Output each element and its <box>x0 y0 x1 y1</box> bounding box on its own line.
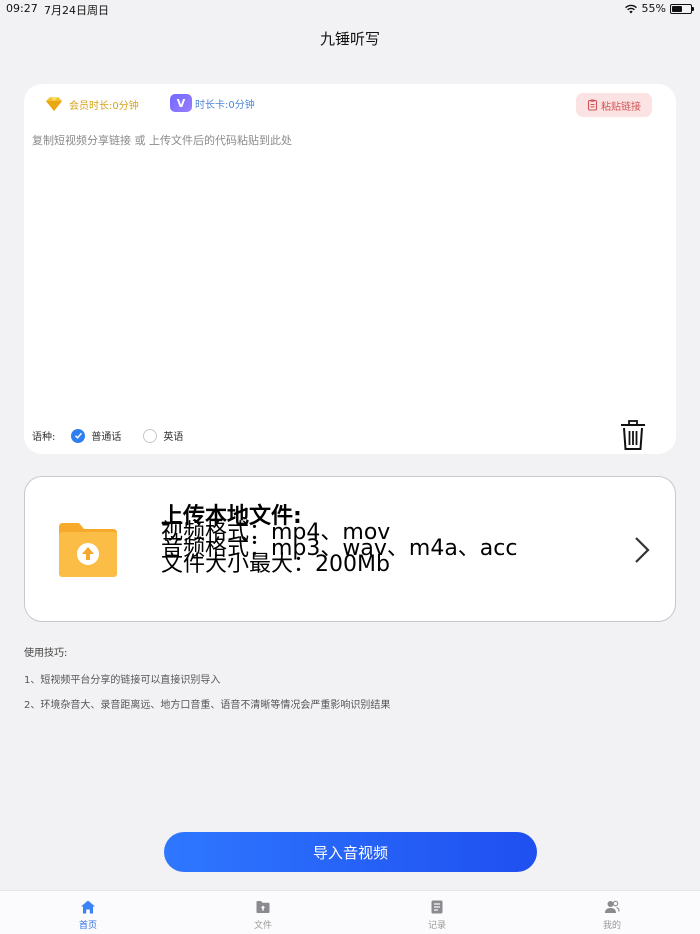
status-right: 55% <box>624 2 694 15</box>
record-icon <box>431 900 443 914</box>
link-input-placeholder[interactable]: 复制短视频分享链接 或 上传文件后的代码粘贴到此处 <box>32 132 292 148</box>
radio-checked-icon <box>71 428 86 443</box>
trash-icon[interactable] <box>620 420 646 450</box>
battery-percent: 55% <box>641 2 666 15</box>
language-selector: 语种: 普通话 英语 <box>32 428 205 443</box>
file-icon <box>256 901 270 913</box>
language-option-label: 普通话 <box>91 432 122 443</box>
home-icon <box>81 900 95 914</box>
tip-item: 2、环境杂音大、录音距离远、地方口音重、语音不清晰等情况会严重影响识别结果 <box>24 700 391 711</box>
tab-bar: 首页 文件 记录 我的 <box>0 890 700 934</box>
language-option-label: 英语 <box>163 432 184 443</box>
tab-files[interactable]: 文件 <box>233 899 293 931</box>
tab-label: 首页 <box>78 921 97 931</box>
language-option-english[interactable]: 英语 <box>143 428 183 443</box>
upload-folder-icon <box>59 523 117 577</box>
profile-icon <box>605 900 620 913</box>
status-date: 7月24日周日 <box>44 4 109 17</box>
tab-home[interactable]: 首页 <box>58 899 118 931</box>
upload-info: 上传本地文件: 视频格式：mp4、mov 音频格式：mp3、wav、m4a、ac… <box>161 506 517 576</box>
usage-tips: 使用技巧: 1、短视频平台分享的链接可以直接识别导入 2、环境杂音大、录音距离远… <box>24 644 390 721</box>
diamond-icon <box>46 97 62 111</box>
status-bar: 09:27 7月24日周日 55% <box>0 0 700 18</box>
status-time: 09:27 <box>6 2 38 15</box>
language-label: 语种: <box>32 432 56 443</box>
paste-link-label: 粘贴链接 <box>601 101 641 113</box>
member-duration-label: 会员时长:0分钟 <box>69 100 139 112</box>
battery-icon <box>670 3 694 14</box>
tab-label: 记录 <box>427 921 446 931</box>
link-input-card: 会员时长:0分钟 V 时长卡:0分钟 粘贴链接 复制短视频分享链接 或 上传文件… <box>24 84 676 454</box>
tab-profile[interactable]: 我的 <box>582 899 642 931</box>
import-media-button[interactable]: 导入音视频 <box>164 832 537 872</box>
tips-title: 使用技巧: <box>24 648 68 659</box>
v-card-icon: V <box>170 94 192 112</box>
tab-label: 文件 <box>253 921 272 931</box>
upload-local-file-card[interactable]: 上传本地文件: 视频格式：mp4、mov 音频格式：mp3、wav、m4a、ac… <box>24 476 676 622</box>
tab-records[interactable]: 记录 <box>407 899 467 931</box>
duration-card-chip[interactable]: V 时长卡:0分钟 <box>170 94 255 112</box>
page-title: 九锤听写 <box>319 30 380 48</box>
radio-unchecked-icon <box>143 428 158 443</box>
tip-item: 1、短视频平台分享的链接可以直接识别导入 <box>24 675 221 686</box>
battery-fill <box>672 5 682 12</box>
chevron-right-icon <box>635 537 650 563</box>
member-duration-chip[interactable]: 会员时长:0分钟 <box>42 94 139 114</box>
duration-card-label: 时长卡:0分钟 <box>195 99 255 111</box>
tab-label: 我的 <box>602 921 621 931</box>
wifi-icon <box>624 4 637 13</box>
language-option-mandarin[interactable]: 普通话 <box>71 428 121 443</box>
clipboard-icon <box>587 99 598 111</box>
paste-link-button[interactable]: 粘贴链接 <box>576 93 652 117</box>
